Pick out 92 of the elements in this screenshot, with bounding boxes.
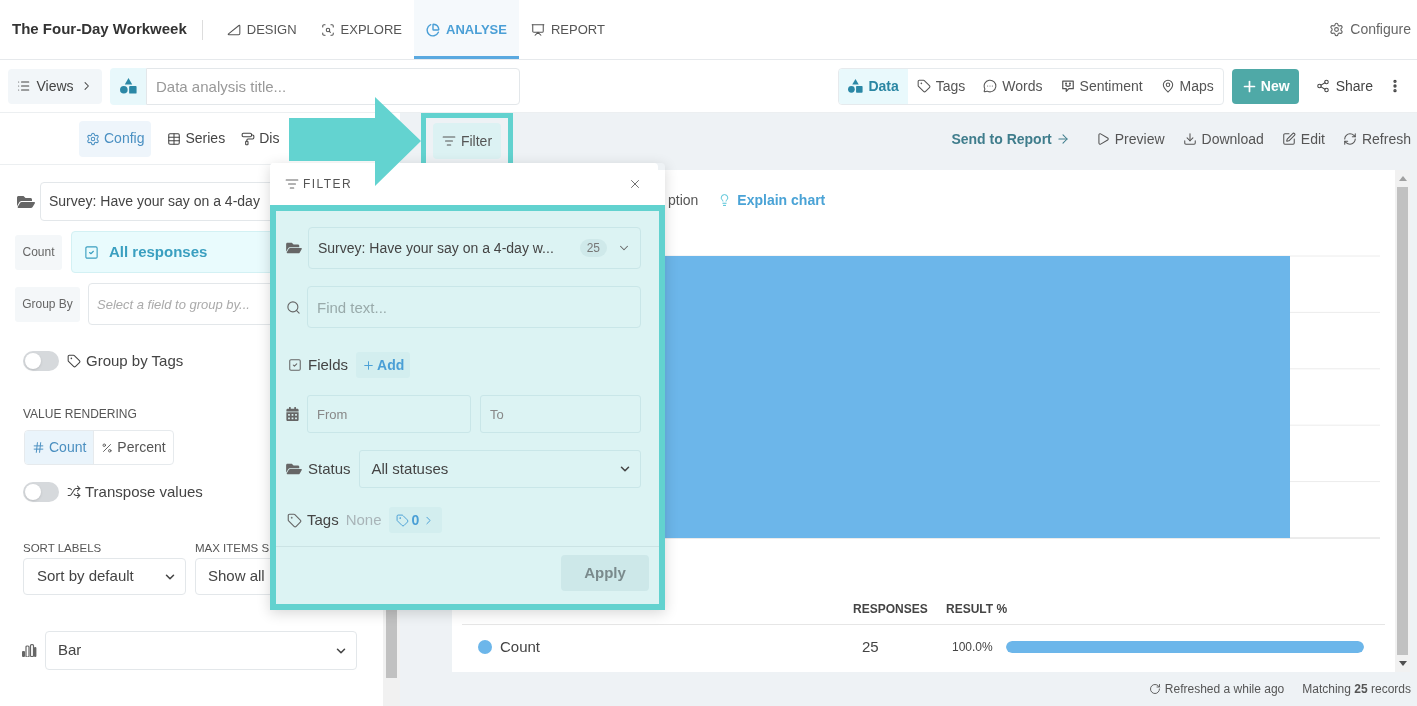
mode-tab[interactable]: Words [974,68,1052,104]
tag-icon [287,512,302,528]
source-select[interactable]: Survey: Have your say on a 4-day w... 25 [308,227,641,269]
group-by-label: Group By [15,286,80,322]
percent-icon [101,441,114,454]
checkbox-icon [288,358,302,372]
list-icon [17,79,31,93]
from-date-input[interactable]: From [307,395,471,433]
share-button[interactable]: Share [1315,75,1373,97]
count-label: Count [15,234,62,270]
toggle-label: Group by Tags [86,350,184,371]
scroll-down-icon[interactable] [1398,661,1407,666]
find-text-input[interactable]: Find text... [307,286,641,328]
search-icon [286,299,301,315]
bar-chart-icon [22,644,37,657]
presentation-icon [530,22,545,37]
tags-value: None [345,509,382,530]
shapes-icon [848,79,864,93]
refresh-icon [1342,132,1357,146]
action-button[interactable]: Edit [1281,128,1325,150]
filter-icon [285,177,299,191]
folder-icon [286,462,302,476]
result-cell-text: 100.0% [952,639,993,656]
nav-tab[interactable]: DESIGN [214,0,309,59]
filter-button[interactable]: Filter [432,123,502,159]
panel-tab[interactable]: Dis [234,120,280,157]
configure-button[interactable]: Configure [1329,19,1411,40]
pie-chart-icon [426,22,441,37]
plus-icon [362,358,375,372]
filter-icon [441,134,456,148]
action-button[interactable]: Refresh [1342,128,1411,150]
description-link[interactable]: ption [668,192,699,208]
settings-icon [86,131,100,146]
responses-cell: 25 [862,638,879,655]
refresh-icon [1148,683,1161,695]
tags-label: Tags [307,509,339,530]
smile-bubble-icon [1060,79,1075,93]
scrollbar-thumb[interactable] [1397,187,1408,655]
toggle-switch[interactable] [23,482,59,502]
sort-select[interactable]: Sort by default [23,558,186,595]
matching-records: Matching 25 records [1302,681,1411,698]
mode-tab[interactable]: Sentiment [1051,68,1152,104]
action-button[interactable]: Preview [1095,128,1165,150]
field-label: MAX ITEMS S [195,541,270,557]
checkbox-icon [84,244,99,260]
download-icon [1182,132,1197,146]
panel-tab[interactable]: Series [160,120,233,157]
column-header: RESPONSES [853,601,929,618]
share-icon [1315,79,1330,93]
tag-icon [67,354,81,368]
send-to-report-link[interactable]: Send to Report [951,128,1070,150]
section-label: VALUE RENDERING [23,406,137,422]
search-box-icon [320,22,335,37]
title-input[interactable]: Data analysis title... [146,67,520,105]
project-title: The Four-Day Workweek [12,19,187,40]
to-date-input[interactable]: To [480,395,641,433]
nav-tab[interactable]: EXPLORE [308,0,415,59]
action-button[interactable]: Download [1182,128,1264,150]
scroll-up-icon[interactable] [1398,176,1407,181]
calendar-icon [286,407,299,421]
play-icon [1095,132,1110,146]
mode-tab[interactable]: Tags [907,68,975,104]
status-select[interactable]: All statuses [358,450,641,488]
hash-icon [32,441,45,454]
shapes-icon [110,67,146,105]
folder-icon [17,193,35,210]
chart-type-select[interactable]: Bar [45,631,357,670]
views-button[interactable]: Views [8,68,102,104]
row-label: Count [500,636,541,657]
paint-roller-icon [241,131,256,146]
close-icon[interactable] [628,177,642,191]
column-header: RESULT % [946,601,1008,618]
fields-label: Fields [308,354,348,375]
field-label: SORT LABELS [23,541,103,557]
refreshed-status: Refreshed a while ago [1164,681,1285,698]
shuffle-icon [67,485,81,499]
toggle-label: Transpose values [85,481,203,502]
settings-icon [1329,22,1345,37]
table-icon [167,131,182,146]
edit-icon [1281,132,1296,146]
tag-icon [916,79,931,93]
count-badge: 25 [579,239,607,257]
tag-icon [395,513,409,527]
mode-tab[interactable]: Maps [1151,68,1223,104]
rendering-option[interactable]: Percent [93,431,173,464]
folder-icon [286,241,302,255]
nav-tab[interactable]: REPORT [518,0,617,59]
toggle-switch[interactable] [23,351,59,371]
speech-bubble-icon [983,79,998,93]
mode-tab[interactable]: Data [839,68,908,104]
map-pin-icon [1160,79,1175,93]
status-label: Status [308,458,351,479]
